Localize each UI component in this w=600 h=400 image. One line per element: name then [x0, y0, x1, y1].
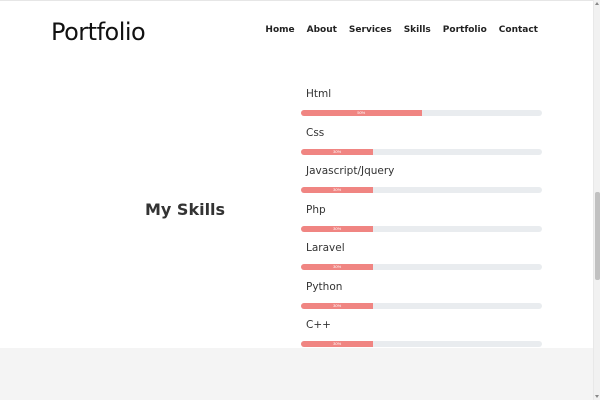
progress-fill: 30%	[301, 302, 374, 309]
progress-fill: 30%	[301, 264, 374, 270]
progress-text: 50%	[357, 110, 366, 115]
progress-track: 30%	[301, 264, 542, 270]
brand-logo[interactable]: Portfolio	[51, 18, 146, 46]
top-border	[0, 0, 593, 3]
skill-item: Css 30%	[301, 127, 542, 166]
skill-label: Html	[306, 88, 332, 100]
skill-item: Javascript/Jquery 30%	[301, 165, 542, 204]
progress-text: 30%	[333, 264, 342, 269]
progress-fill: 50%	[301, 110, 422, 116]
progress-track: 30%	[301, 148, 542, 155]
nav-portfolio[interactable]: Portfolio	[443, 25, 487, 35]
progress-text: 30%	[333, 302, 342, 308]
nav-menu: Home About Services Skills Portfolio Con…	[253, 25, 538, 35]
skill-item: Python 30%	[301, 281, 542, 320]
skill-label: Javascript/Jquery	[306, 165, 395, 177]
scroll-up-arrow-icon[interactable]	[595, 2, 599, 5]
skill-label: Python	[306, 280, 343, 293]
progress-fill: 30%	[301, 187, 374, 193]
navbar: Portfolio Home About Services Skills Por…	[0, 4, 593, 60]
skill-label: Laravel	[306, 242, 345, 254]
page-scrollbar[interactable]	[593, 0, 600, 400]
progress-track: 50%	[301, 110, 542, 116]
progress-track: 30%	[301, 341, 542, 347]
skill-label: Php	[306, 203, 326, 216]
progress-fill: 30%	[301, 341, 374, 347]
progress-text: 30%	[333, 148, 342, 154]
progress-text: 30%	[333, 341, 342, 346]
skill-item: Laravel 30%	[301, 242, 542, 281]
skill-item: Php 30%	[301, 204, 542, 243]
nav-about[interactable]: About	[307, 25, 337, 35]
scroll-thumb[interactable]	[595, 192, 600, 280]
progress-text: 30%	[333, 187, 342, 192]
skills-list: Html 50% Css 30% Javascript/Jquery 30% P…	[301, 88, 542, 358]
progress-fill: 30%	[301, 148, 374, 155]
nav-services[interactable]: Services	[349, 25, 392, 35]
nav-contact[interactable]: Contact	[499, 25, 538, 35]
skill-item: Html 50%	[301, 88, 542, 127]
skills-heading: My Skills	[145, 200, 226, 219]
skill-label: C++	[306, 319, 331, 331]
progress-track: 30%	[301, 225, 542, 232]
progress-track: 30%	[301, 187, 542, 193]
skill-label: Css	[306, 126, 325, 139]
progress-text: 30%	[333, 225, 342, 231]
nav-skills[interactable]: Skills	[404, 25, 431, 35]
scroll-down-arrow-icon[interactable]	[595, 395, 599, 398]
progress-track: 30%	[301, 302, 542, 309]
nav-home[interactable]: Home	[265, 25, 294, 35]
footer-section	[0, 348, 593, 400]
progress-fill: 30%	[301, 225, 374, 232]
